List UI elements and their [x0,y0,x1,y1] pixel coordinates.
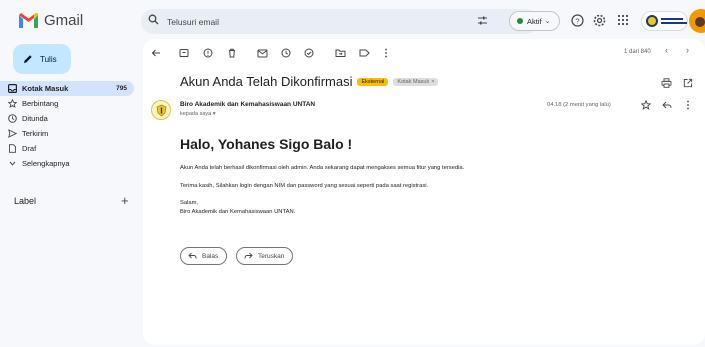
mark-unread-icon[interactable] [257,48,268,58]
send-icon [8,129,17,138]
settings-gear-icon[interactable] [593,14,606,27]
reply-button[interactable]: Balas [180,247,228,265]
print-icon[interactable] [661,78,672,88]
compose-button[interactable]: Tulis [13,44,71,74]
apps-grid-icon[interactable] [617,14,629,26]
email-body-paragraph: Terima kasih, Silahkan login dengan NIM … [180,183,429,189]
more-vertical-icon[interactable] [384,48,388,58]
recipient-details-toggle[interactable]: kepada saya ▾ [180,111,215,117]
reply-label: Balas [202,252,219,260]
sender-avatar[interactable] [151,100,171,120]
forward-icon [244,252,253,259]
help-icon[interactable]: ? [571,14,584,27]
sidebar-item-label: Ditunda [22,114,48,123]
report-spam-icon[interactable] [203,48,213,58]
remove-label-icon[interactable]: × [431,79,434,85]
sidebar-nav: Kotak Masuk 795 Berbintang Ditunda Terki… [0,81,136,171]
draft-icon [9,144,16,153]
university-seal-icon [646,15,658,27]
snooze-clock-icon[interactable] [281,48,291,58]
gmail-logo-text: Gmail [44,12,84,29]
chevron-down-icon: ⌄ [544,18,551,25]
archive-icon[interactable] [179,48,189,58]
chevron-down-icon [9,161,16,166]
account-avatar[interactable] [689,9,705,33]
email-closing: Salam, [180,200,199,206]
older-chevron-left-icon[interactable]: ‹ [665,45,668,55]
forward-label: Teruskan [258,252,285,260]
status-selector[interactable]: Aktif ⌄ [509,11,560,31]
sidebar-item-sent[interactable]: Terkirim [0,126,136,141]
top-bar: Gmail Aktif ⌄ ? [0,0,705,44]
add-label-button[interactable]: + [121,193,129,208]
search-options-icon[interactable] [477,15,488,26]
open-new-window-icon[interactable] [683,78,693,88]
university-logo-text [661,18,687,24]
sidebar-item-label: Terkirim [22,129,49,138]
back-arrow-icon[interactable] [151,48,161,58]
email-subject-line: Akun Anda Telah Dikonfirmasi Eksternal K… [180,74,439,89]
inbox-label-chip[interactable]: Kotak Masuk × [393,77,439,86]
reply-icon [188,252,197,259]
label-tag-icon[interactable] [359,48,370,58]
status-dot [517,18,523,24]
clock-icon [8,114,17,123]
search-icon[interactable] [148,14,159,25]
svg-text:?: ? [575,16,579,25]
sidebar-item-label: Berbintang [22,99,59,108]
unread-count-badge: 795 [116,85,127,92]
star-icon [8,99,17,108]
sender-name[interactable]: Biro Akademik dan Kemahasiswaan UNTAN [180,101,315,108]
forward-button[interactable]: Teruskan [236,247,294,265]
gmail-logo-icon [19,13,38,28]
sidebar-item-more[interactable]: Selengkapnya [0,156,136,171]
sidebar-item-snoozed[interactable]: Ditunda [0,111,136,126]
pagination-counter: 1 dari 840 [624,49,651,55]
search-bar[interactable] [141,9,539,34]
email-signature: Biro Akademik dan Kemahasiswaan UNTAN. [180,209,296,215]
move-to-folder-icon[interactable] [335,48,346,58]
newer-chevron-right-icon[interactable]: › [686,45,689,55]
email-greeting: Halo, Yohanes Sigo Balo ! [180,136,353,152]
search-input[interactable] [167,12,467,31]
university-seal-icon [156,104,166,116]
inbox-label-text: Kotak Masuk [397,78,430,85]
reply-icon[interactable] [662,100,672,110]
organization-badge[interactable] [641,11,688,31]
external-chip: Eksternal [357,77,389,86]
sidebar-item-label: Selengkapnya [22,159,70,168]
sidebar-item-label: Kotak Masuk [22,84,69,93]
status-label: Aktif [527,16,542,26]
add-task-icon[interactable] [304,48,314,58]
compose-label: Tulis [40,54,57,64]
inbox-icon [8,84,17,93]
sidebar-item-drafts[interactable]: Draf [0,141,136,156]
labels-heading: Label [14,196,37,206]
message-pane: 1 dari 840 ‹ › Akun Anda Telah Dikonfirm… [143,39,705,345]
sidebar-item-label: Draf [22,144,37,153]
delete-trash-icon[interactable] [227,48,237,58]
pencil-icon [24,55,32,63]
star-icon[interactable] [641,100,651,110]
email-timestamp: 04.18 (2 menit yang lalu) [547,102,611,108]
more-vertical-icon[interactable] [686,100,690,110]
gmail-logo[interactable]: Gmail [19,12,83,29]
sidebar-item-starred[interactable]: Berbintang [0,96,136,111]
email-subject: Akun Anda Telah Dikonfirmasi [180,74,353,89]
email-body-paragraph: Akun Anda telah berhasil dikonfirmasi ol… [180,165,465,171]
sidebar-item-inbox[interactable]: Kotak Masuk 795 [0,81,134,96]
